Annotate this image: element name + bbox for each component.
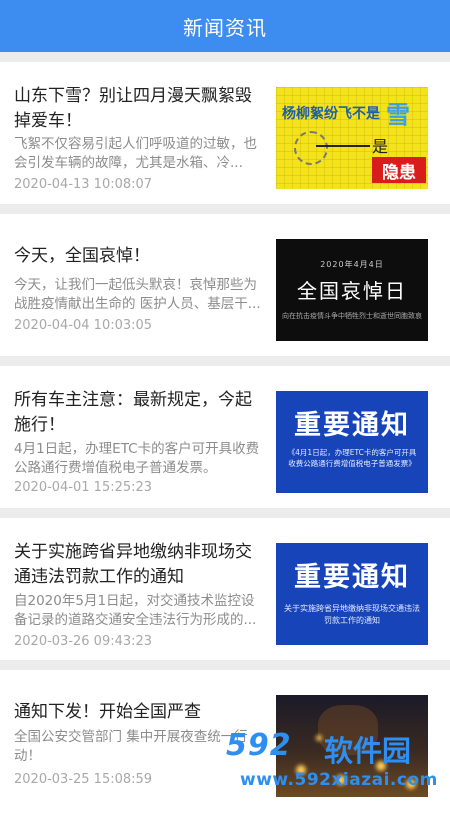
news-title: 关于实施跨省异地缴纳非现场交通违法罚款工作的通知 (14, 542, 252, 587)
news-time: 2020-03-25 15:08:59 (14, 772, 153, 787)
news-summary: 4月1日起，办理ETC卡的客户可开具收费公路通行费增值税电子普通发票。 (14, 441, 260, 476)
news-time: 2020-04-13 10:08:07 (14, 177, 153, 192)
news-thumbnail: 2020年4月4日 全国哀悼日 向在抗击疫情斗争中牺牲烈士和逝世同胞致哀 (276, 239, 428, 341)
news-thumbnail: 重要通知 关于实施跨省异地缴纳非现场交通违法罚款工作的通知 (276, 543, 428, 645)
page-title: 新闻资讯 (183, 15, 267, 40)
news-time: 2020-04-04 10:03:05 (14, 318, 153, 333)
app-header: 新闻资讯 (0, 0, 450, 52)
news-list: 山东下雪？别让四月漫天飘絮毁掉爱车！ 飞絮不仅容易引起人们呼吸道的过敏，也会引发… (0, 52, 450, 820)
news-item[interactable]: 今天，全国哀悼！ 今天，让我们一起低头默哀！哀悼那些为战胜疫情献出生命的 医护人… (0, 214, 450, 356)
news-title: 今天，全国哀悼！ (14, 246, 150, 266)
news-item[interactable]: 山东下雪？别让四月漫天飘絮毁掉爱车！ 飞絮不仅容易引起人们呼吸道的过敏，也会引发… (0, 62, 450, 204)
news-title: 所有车主注意：最新规定，今起施行！ (14, 390, 252, 435)
news-summary: 飞絮不仅容易引起人们呼吸道的过敏，也会引发车辆的故障，尤其是水箱、冷... (14, 136, 257, 171)
news-item[interactable]: 所有车主注意：最新规定，今起施行！ 4月1日起，办理ETC卡的客户可开具收费公路… (0, 366, 450, 508)
news-thumbnail: 重要通知 《4月1日起，办理ETC卡的客户可开具收费公路通行费增值税电子普通发票… (276, 391, 428, 493)
watermark-url: www.592xiazai.com (240, 770, 438, 790)
watermark-logo-text: 软件园 (324, 734, 412, 768)
dandelion-icon (294, 131, 328, 165)
news-time: 2020-03-26 09:43:23 (14, 634, 153, 649)
news-summary: 今天，让我们一起低头默哀！哀悼那些为战胜疫情献出生命的 医护人员、基层干... (14, 277, 261, 312)
news-summary: 自2020年5月1日起，对交通技术监控设备记录的道路交通安全违法行为形成的... (14, 593, 257, 628)
news-time: 2020-04-01 15:25:23 (14, 480, 153, 495)
news-title: 山东下雪？别让四月漫天飘絮毁掉爱车！ (14, 86, 252, 131)
news-thumbnail: 杨柳絮纷飞不是 雪 是 隐患 (276, 87, 428, 189)
site-watermark: 592 软件园 www.592xiazai.com (220, 722, 450, 800)
watermark-logo: 592 (226, 728, 292, 763)
news-item[interactable]: 关于实施跨省异地缴纳非现场交通违法罚款工作的通知 自2020年5月1日起，对交通… (0, 518, 450, 660)
